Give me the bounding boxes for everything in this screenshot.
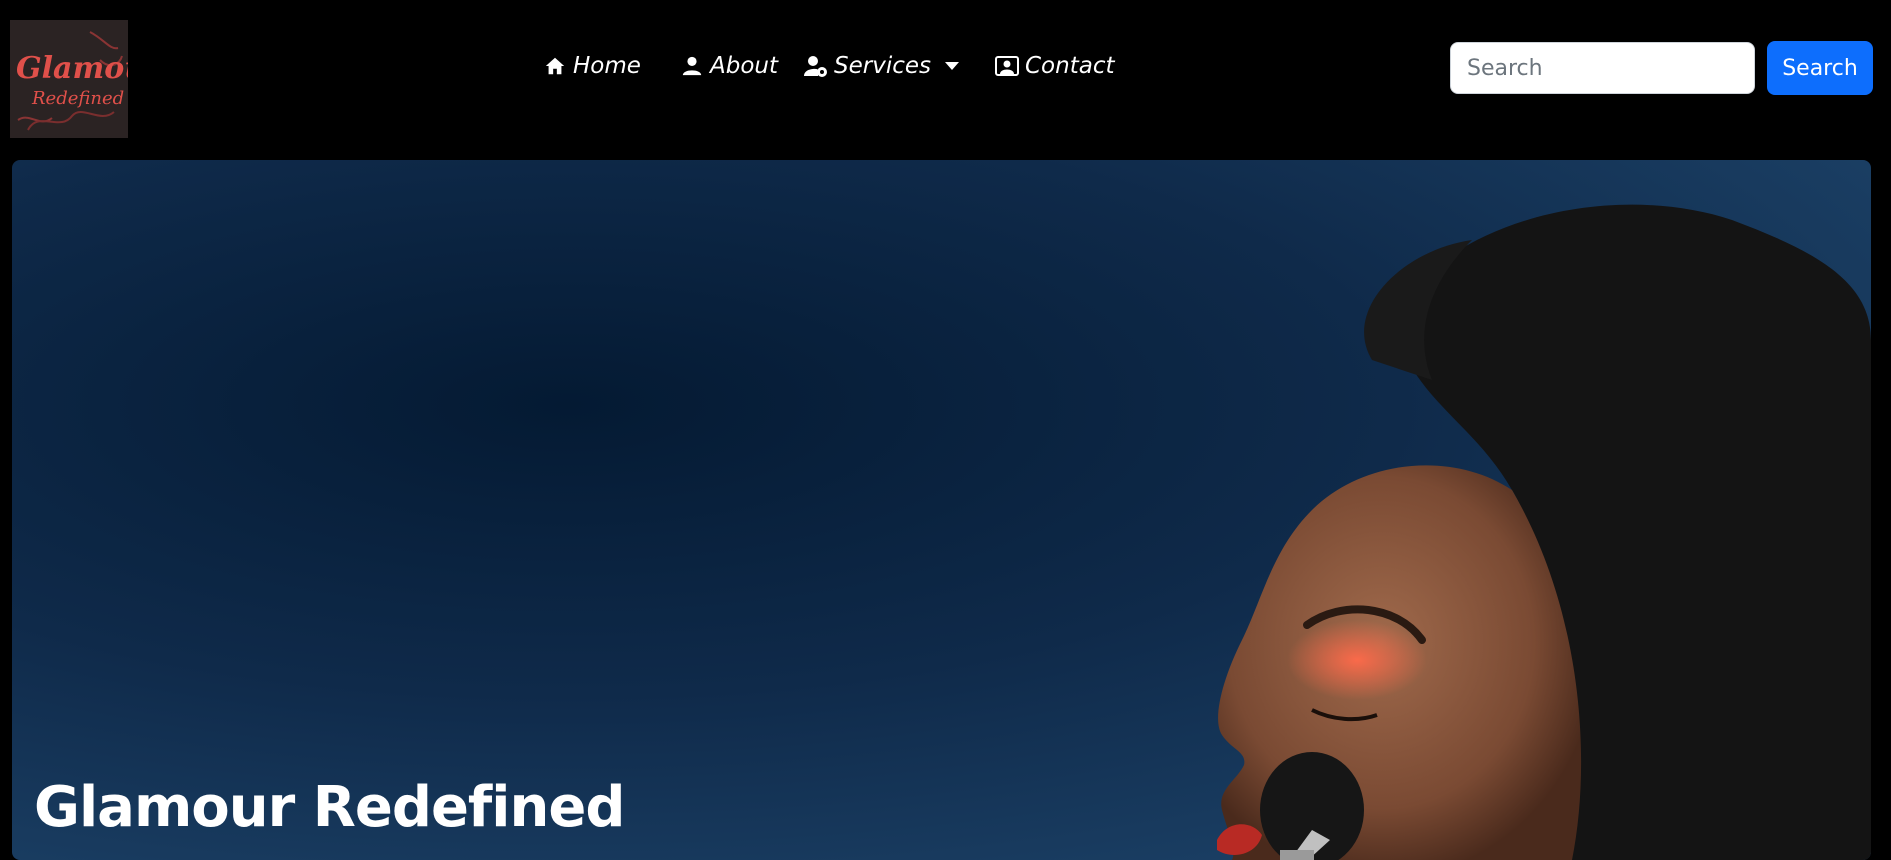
nav-home-link[interactable]: Home [543,46,641,86]
contact-card-icon [995,54,1019,78]
hero-title: Glamour Redefined [34,775,625,840]
nav-contact-link[interactable]: Contact [995,46,1114,86]
search-input[interactable] [1450,42,1755,94]
user-gear-icon [804,54,828,78]
nav-home-label: Home [573,53,641,79]
svg-text:Glamour: Glamour [16,51,128,86]
navbar: Glamour Redefined Home About [0,0,1891,160]
nav-contact-label: Contact [1025,53,1115,79]
nav-services-label: Services [834,53,931,79]
nav-services-dropdown[interactable]: Services [804,46,959,86]
search-button[interactable]: Search [1767,41,1873,95]
chevron-down-icon [945,62,959,70]
home-icon [543,54,567,78]
logo-image: Glamour Redefined [10,20,128,138]
hero-image [1217,204,1871,860]
svg-text:Redefined: Redefined [31,88,124,109]
hero-banner: Glamour Redefined [12,160,1871,860]
person-icon [680,54,704,78]
nav-about-link[interactable]: About [680,46,778,86]
brand-logo[interactable]: Glamour Redefined [10,20,128,138]
nav-about-label: About [710,53,779,79]
